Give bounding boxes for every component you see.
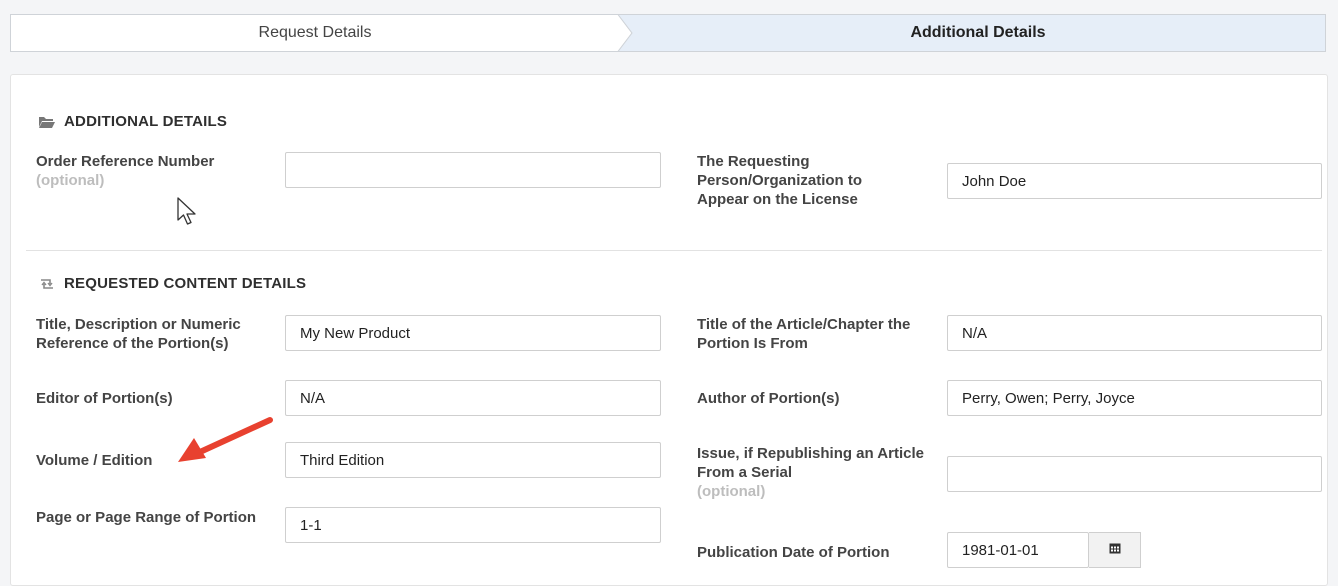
article-title-label: Title of the Article/Chapter the Portion…: [697, 316, 911, 352]
section-title-additional: ADDITIONAL DETAILS: [38, 113, 227, 130]
requester-label: The Requesting Person/Organization to Ap…: [697, 153, 863, 208]
section-title-content: REQUESTED CONTENT DETAILS: [38, 275, 306, 292]
order-ref-optional: (optional): [36, 172, 105, 189]
requester-input[interactable]: [947, 163, 1322, 199]
editor-label: Editor of Portion(s): [36, 390, 173, 407]
pub-date-input[interactable]: [947, 532, 1089, 568]
calendar-button[interactable]: [1089, 532, 1141, 568]
editor-input[interactable]: [285, 380, 661, 416]
section-divider: [26, 250, 1322, 251]
order-ref-label-text: Order Reference Number: [36, 153, 215, 170]
author-input[interactable]: [947, 380, 1322, 416]
order-ref-label: Order Reference Number (optional): [36, 152, 266, 190]
portion-title-input[interactable]: [285, 315, 661, 351]
section-title-text: ADDITIONAL DETAILS: [64, 113, 228, 130]
author-label: Author of Portion(s): [697, 390, 840, 407]
issue-label: Issue, if Republishing an Article From a…: [697, 444, 927, 501]
article-title-input[interactable]: [947, 315, 1322, 351]
step-request-details[interactable]: Request Details: [10, 14, 620, 52]
step-additional-details[interactable]: Additional Details: [630, 14, 1326, 52]
mouse-cursor-icon: [176, 196, 200, 233]
issue-label-text: Issue, if Republishing an Article From a…: [697, 445, 924, 481]
retweet-icon: [38, 277, 56, 291]
volume-input[interactable]: [285, 442, 661, 478]
portion-title-label: Title, Description or Numeric Reference …: [36, 316, 241, 352]
page-range-label: Page or Page Range of Portion: [36, 509, 257, 526]
progress-stepper: Request Details Additional Details: [10, 14, 1326, 52]
issue-input[interactable]: [947, 456, 1322, 492]
calendar-icon: [1109, 541, 1121, 559]
section-title-text: REQUESTED CONTENT DETAILS: [64, 275, 307, 292]
annotation-arrow-icon: [170, 412, 280, 472]
order-ref-input[interactable]: [285, 152, 661, 188]
page-range-input[interactable]: [285, 507, 661, 543]
issue-optional: (optional): [697, 483, 766, 500]
folder-open-icon: [38, 115, 56, 129]
pub-date-label: Publication Date of Portion: [697, 544, 890, 561]
